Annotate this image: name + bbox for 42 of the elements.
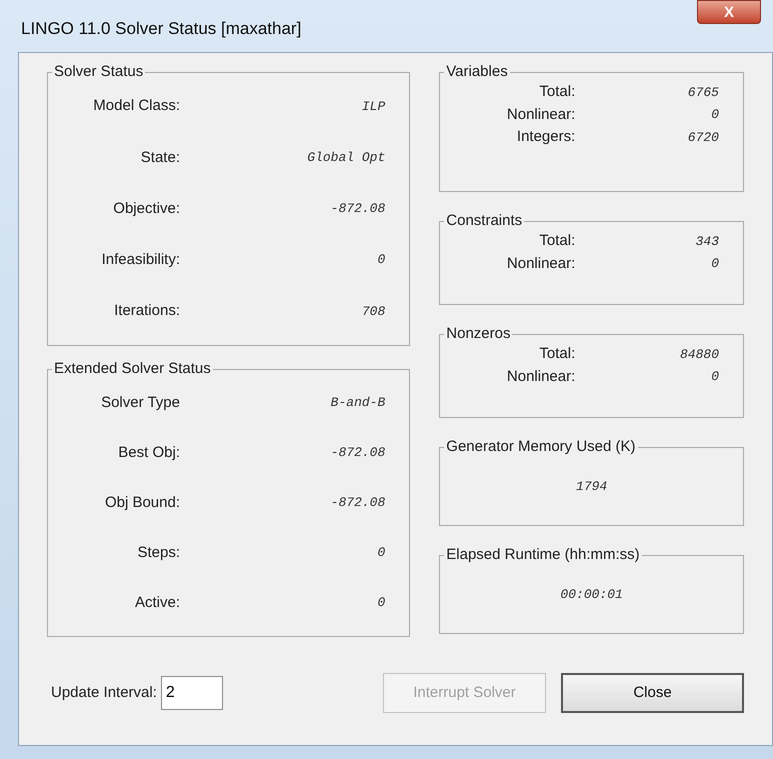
field-label: Nonlinear: [506, 254, 576, 274]
field-value: 6720 [686, 128, 720, 146]
field-label: Nonlinear: [506, 366, 576, 386]
window-title: LINGO 11.0 Solver Status [maxathar] [21, 18, 302, 40]
field-value: 0 [710, 106, 720, 124]
field-value: 0 [710, 255, 720, 273]
field-label: Infeasibility: [100, 250, 180, 270]
field-label: Model Class: [92, 96, 180, 116]
field-value: B-and-B [330, 394, 386, 412]
field-label: Update Interval: [51, 682, 157, 703]
field-label: Best Obj: [117, 442, 180, 463]
field-label: Objective: [112, 198, 180, 219]
field-value: 6765 [686, 84, 720, 102]
field-label: Total: [538, 82, 576, 102]
field-label: Total: [538, 344, 576, 364]
field-value: 0 [710, 368, 720, 386]
field-label: Steps: [136, 542, 180, 563]
field-value: 0 [376, 594, 386, 612]
field-label: Active: [134, 592, 180, 613]
field-label: State: [140, 148, 180, 168]
update-interval-field[interactable]: 2 [160, 676, 223, 710]
field-label: Solver Type [100, 392, 180, 413]
field-value: 708 [360, 302, 386, 321]
group-title: Generator Memory Used (K) [444, 438, 638, 456]
field-value: 1794 [576, 478, 608, 496]
field-value: -872.08 [330, 494, 386, 512]
field-value: ILP [360, 98, 386, 116]
field-label: Nonlinear: [506, 104, 576, 124]
field-value: 0 [376, 544, 386, 562]
dialog-close-button[interactable]: Close [561, 673, 744, 713]
field-label: Obj Bound: [104, 492, 180, 513]
field-value: 84880 [678, 346, 720, 364]
field-value: -872.08 [330, 200, 386, 218]
field-value: 0 [376, 251, 386, 270]
field-value: Global Opt [306, 149, 386, 168]
group-title: Elapsed Runtime (hh:mm:ss) [444, 546, 642, 564]
field-value: 00:00:01 [560, 586, 623, 604]
field-label: Total: [538, 231, 576, 251]
field-value: -872.08 [330, 444, 386, 462]
field-label: Iterations: [113, 301, 180, 322]
field-value: 343 [694, 232, 720, 250]
field-label: Integers: [516, 127, 576, 147]
